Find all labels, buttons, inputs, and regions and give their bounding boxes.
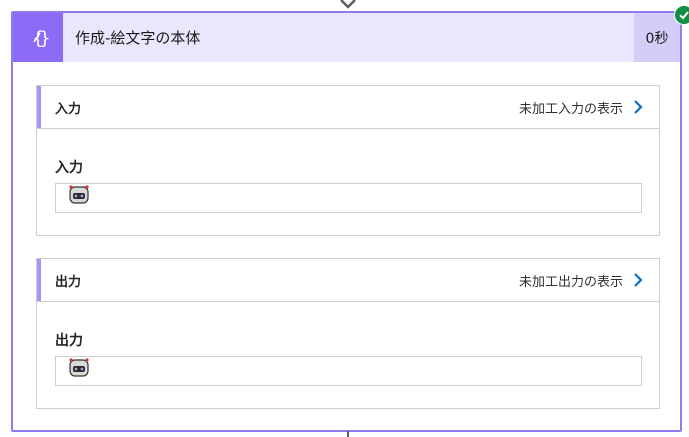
output-section-header: 出力 未加工出力の表示 [37,259,659,302]
output-section: 出力 未加工出力の表示 出力 [36,258,660,409]
input-section: 入力 未加工入力の表示 入力 [36,85,660,236]
success-check-icon [674,5,689,25]
input-value-field[interactable] [55,183,642,213]
input-section-header: 入力 未加工入力の表示 [37,86,659,129]
output-value-field[interactable] [55,356,642,386]
input-section-title: 入力 [55,101,82,117]
output-section-title: 出力 [55,274,82,290]
action-card-header[interactable]: { } 作成-絵文字の本体 0秒 [13,13,680,62]
robot-emoji-icon [69,358,89,377]
show-raw-output-label: 未加工出力の表示 [518,274,623,290]
output-section-body: 出力 [37,302,659,408]
show-raw-input-link[interactable]: 未加工入力の表示 [519,98,643,117]
duration-badge: 0秒 [634,13,680,62]
output-field-label: 出力 [55,333,83,349]
connector-arrow-icon [340,0,356,9]
input-field-label: 入力 [55,160,83,176]
show-raw-output-link[interactable]: 未加工出力の表示 [519,271,643,290]
connector-line [347,431,349,437]
svg-text:}: } [39,28,50,49]
variable-braces-icon: { } [13,13,63,62]
robot-emoji-icon [69,185,89,204]
chevron-right-icon [634,273,643,287]
action-title: 作成-絵文字の本体 [75,29,201,47]
show-raw-input-label: 未加工入力の表示 [518,101,623,117]
chevron-right-icon [634,100,643,114]
input-section-body: 入力 [37,129,659,235]
